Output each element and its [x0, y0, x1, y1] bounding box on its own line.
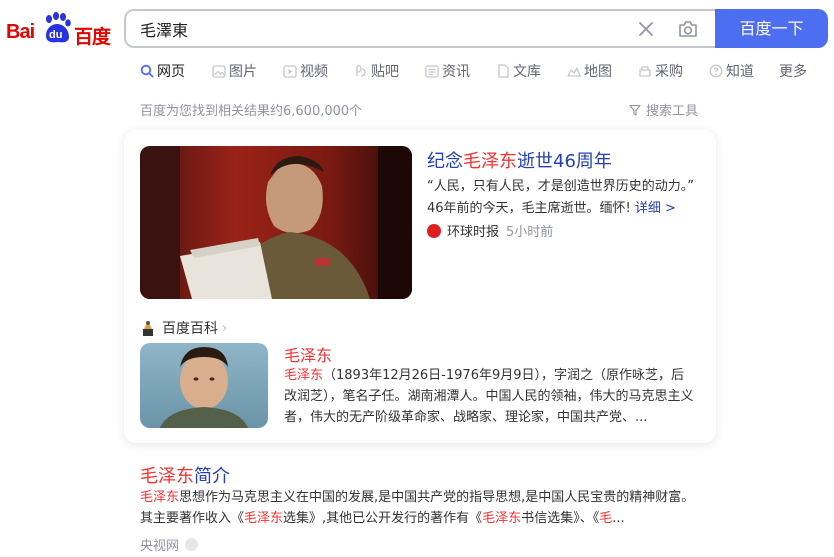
result-title-link[interactable]: 毛泽东简介 [140, 462, 230, 488]
tab-label: 文库 [513, 64, 541, 80]
desc-text: 其主要著作收入《 [140, 511, 245, 526]
chevron-right-icon: › [222, 320, 228, 336]
news-title-link[interactable]: 纪念毛泽东逝世46周年 [427, 147, 612, 173]
tab-label: 视频 [300, 64, 328, 80]
video-icon [283, 64, 297, 78]
clear-icon[interactable] [636, 19, 656, 39]
portrait-photo [140, 343, 268, 428]
desc-text: 书信选集》、《 [521, 511, 600, 526]
baike-icon [143, 321, 153, 336]
source-name[interactable]: 央视网 [140, 535, 179, 554]
search-tools-label: 搜索工具 [646, 104, 699, 119]
details-link[interactable]: 详细 > [635, 201, 676, 216]
tab-label: 资讯 [442, 64, 470, 80]
title-highlight: 毛泽东 [140, 466, 194, 487]
tab-tieba[interactable]: 贴吧 [354, 58, 425, 84]
logo-text-bai: Bai [6, 21, 35, 43]
result-description: 毛泽东思想作为马克思主义在中国的发展,是中国共产党的指导思想,是中国人民宝贵的精… [140, 487, 710, 529]
tab-video[interactable]: 视频 [283, 58, 354, 84]
desc-line: “人民，只有人民，才是创造世界历史的动力。” [427, 179, 694, 194]
logo-text-cn: 百度 [74, 26, 111, 48]
desc-text: 选集》,其他已公开发行的著作有《 [283, 511, 483, 526]
portrait-photo [140, 146, 412, 299]
tab-more[interactable]: 更多 [779, 58, 819, 84]
news-icon [425, 64, 439, 78]
desc-highlight: 毛泽东 [482, 511, 522, 526]
search-input[interactable] [140, 18, 620, 40]
tab-label: 更多 [779, 64, 807, 80]
tab-images[interactable]: 图片 [212, 58, 283, 84]
source-logo-icon [427, 223, 441, 238]
news-image[interactable] [140, 146, 412, 299]
desc-highlight: 毛泽东 [140, 490, 180, 505]
search-icon [140, 64, 154, 78]
title-part: 逝世46周年 [517, 151, 612, 172]
desc-highlight: 毛泽东 [244, 511, 284, 526]
search-button[interactable]: 百度一下 [715, 9, 828, 48]
result-source: 央视网 [140, 535, 199, 554]
tieba-icon [356, 65, 366, 77]
baidu-logo[interactable]: Bai du 百度 [6, 12, 111, 48]
tab-web[interactable]: 网页 [140, 58, 212, 84]
search-box [124, 9, 716, 48]
baike-image[interactable] [140, 343, 268, 428]
result-count: 百度为您找到相关结果约6,600,000个 [140, 104, 363, 119]
title-part: 纪念 [427, 151, 463, 172]
tab-label: 知道 [726, 64, 754, 80]
baike-title-link[interactable]: 毛泽东 [284, 342, 332, 366]
filter-icon [629, 104, 641, 116]
tab-label: 网页 [157, 64, 185, 80]
desc-highlight: 毛泽东 [284, 368, 324, 383]
tab-map[interactable]: 地图 [567, 58, 638, 84]
desc-highlight: 毛 [599, 511, 613, 526]
title-highlight: 毛泽东 [463, 151, 517, 172]
tab-label: 采购 [655, 64, 683, 80]
news-source: 环球时报 5小时前 [427, 221, 553, 240]
source-name[interactable]: 环球时报 [447, 221, 499, 240]
source-time: 5小时前 [506, 225, 554, 240]
news-description: “人民，只有人民，才是创造世界历史的动力。” 46年前的今天，毛主席逝世。缅怀!… [427, 176, 707, 220]
header: Bai du 百度 百度一下 [0, 0, 834, 58]
desc-line: 46年前的今天，毛主席逝世。缅怀! [427, 201, 631, 216]
logo-text-du: du [49, 29, 63, 41]
tab-label: 地图 [584, 64, 612, 80]
featured-card: 纪念毛泽东逝世46周年 “人民，只有人民，才是创造世界历史的动力。” 46年前的… [124, 130, 716, 443]
dropdown-icon[interactable] [185, 538, 199, 551]
search-tabs: 网页 图片 视频 贴吧 资讯 文库 地图 采购 知道 更多 [140, 58, 819, 84]
baike-description: 毛泽东（1893年12月26日-1976年9月9日），字润之（原作咏芝，后改润芝… [284, 365, 696, 428]
camera-icon[interactable] [677, 19, 699, 39]
map-icon [567, 67, 581, 77]
image-icon [212, 64, 226, 78]
title-part: 简介 [194, 466, 230, 487]
purchase-icon [639, 66, 651, 77]
tab-news[interactable]: 资讯 [425, 58, 497, 84]
desc-text: 思想作为马克思主义在中国的发展,是中国共产党的指导思想,是中国人民宝贵的精神财富… [179, 490, 695, 505]
desc-text: ... [612, 511, 625, 526]
doc-icon [498, 64, 509, 78]
tab-label: 贴吧 [371, 64, 399, 80]
baike-header[interactable]: 百度百科 › [140, 318, 227, 338]
desc-text: （1893年12月26日-1976年9月9日），字润之（原作咏芝，后改润芝），笔… [284, 368, 694, 425]
question-icon [709, 64, 723, 78]
baike-label: 百度百科 [162, 321, 218, 337]
tab-wenku[interactable]: 文库 [497, 58, 567, 84]
search-tools-button[interactable]: 搜索工具 [629, 100, 698, 119]
tab-purchase[interactable]: 采购 [638, 58, 709, 84]
tab-label: 图片 [229, 64, 257, 80]
tab-zhidao[interactable]: 知道 [709, 58, 779, 84]
